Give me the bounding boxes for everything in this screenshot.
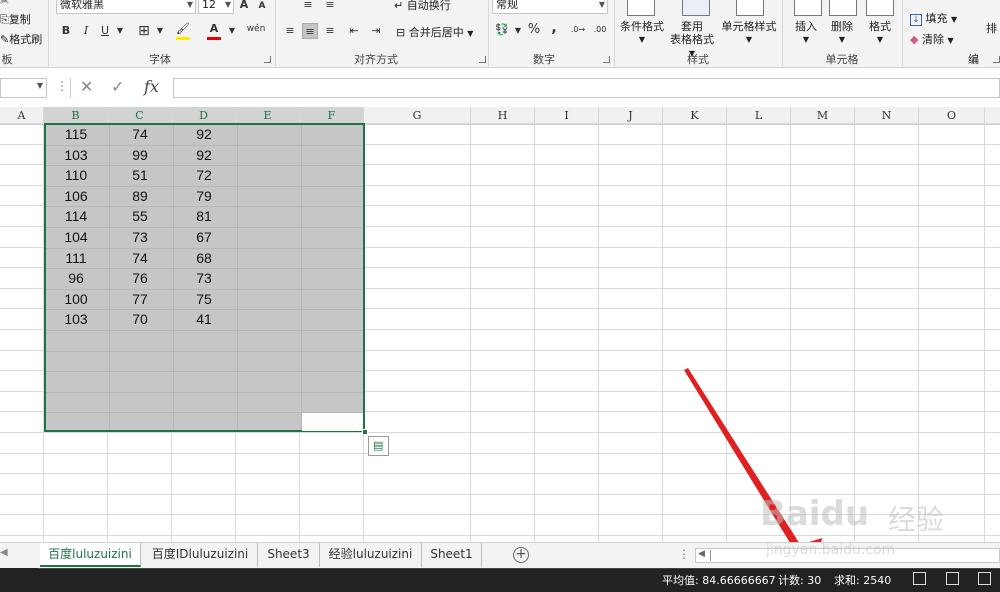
page-break-view-icon[interactable] — [978, 572, 991, 585]
arrow-shaft — [684, 368, 810, 564]
page-layout-view-icon[interactable] — [946, 572, 959, 585]
sheet-tab[interactable]: Sheet1 — [422, 543, 482, 567]
annotation-arrow — [684, 368, 822, 580]
add-sheet-button[interactable]: + — [513, 547, 529, 563]
scroll-left-icon[interactable]: ◀ — [698, 549, 705, 559]
status-bar: 平均值: 84.66666667 计数: 30 求和: 2540 — [0, 568, 1000, 592]
horizontal-scrollbar[interactable]: ◀ — [695, 548, 1000, 563]
sheet-tab[interactable]: 百度luluzuizini — [40, 543, 141, 567]
status-sum: 求和: 2540 — [834, 574, 892, 587]
status-count: 计数: 30 — [778, 574, 822, 587]
sheet-tab[interactable]: 经验luluzuizini — [320, 543, 422, 567]
status-average: 平均值: 84.66666667 — [662, 574, 776, 587]
excel-window: ✂ ⎘复制 ✎格式刷 板 微软雅黑 ▼ 12 ▼ A A B I U ▼ ⊞ ▼ 🖌… — [0, 0, 1000, 592]
more-options-icon[interactable]: ⋮ — [678, 547, 690, 561]
status-divider — [38, 568, 1000, 569]
normal-view-icon[interactable] — [913, 572, 926, 585]
scroll-tabs-left-icon[interactable]: ◀ — [0, 547, 8, 558]
sheet-tab-bar: ◀ 百度luluzuizini 百度IDluluzuizini Sheet3 经验lu… — [0, 542, 1000, 568]
sheet-tab[interactable]: 百度IDluluzuizini — [143, 543, 258, 567]
sheet-tab[interactable]: Sheet3 — [258, 543, 320, 567]
scroll-thumb[interactable] — [710, 550, 711, 561]
